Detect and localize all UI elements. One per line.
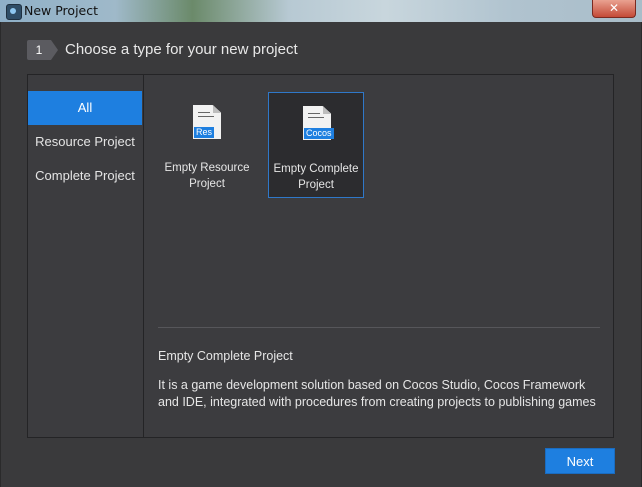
step-arrow-icon (51, 40, 58, 60)
cocos-tag: Cocos (304, 128, 334, 139)
divider (158, 327, 600, 328)
step-indicator: 1 (27, 40, 58, 60)
page-title: Choose a type for your new project (65, 41, 298, 58)
step-number: 1 (27, 40, 51, 60)
cocos-document-icon: Cocos (303, 106, 334, 140)
title-bar: New Project ✕ (0, 0, 642, 23)
next-button[interactable]: Next (545, 448, 615, 474)
description-title: Empty Complete Project (158, 349, 293, 363)
template-empty-complete-project[interactable]: Cocos Empty Complete Project (268, 92, 364, 198)
close-button[interactable]: ✕ (592, 0, 636, 18)
res-tag: Res (194, 127, 215, 138)
content-panel: All Resource Project Complete Project Re… (27, 74, 614, 438)
res-document-icon: Res (193, 105, 221, 139)
description-body: It is a game development solution based … (158, 378, 596, 409)
sidebar-item-complete-project[interactable]: Complete Project (28, 159, 142, 193)
template-empty-resource-project[interactable]: Res Empty Resource Project (159, 92, 255, 198)
window-title: New Project (24, 3, 99, 18)
template-label: Empty Resource Project (164, 162, 250, 190)
sidebar-item-resource-project[interactable]: Resource Project (28, 125, 142, 159)
category-sidebar: All Resource Project Complete Project (28, 75, 144, 437)
sidebar-item-all[interactable]: All (28, 91, 142, 125)
template-label: Empty Complete Project (273, 163, 359, 191)
app-icon (6, 4, 22, 20)
template-grid: Res Empty Resource Project Cocos Empty C… (144, 75, 614, 325)
